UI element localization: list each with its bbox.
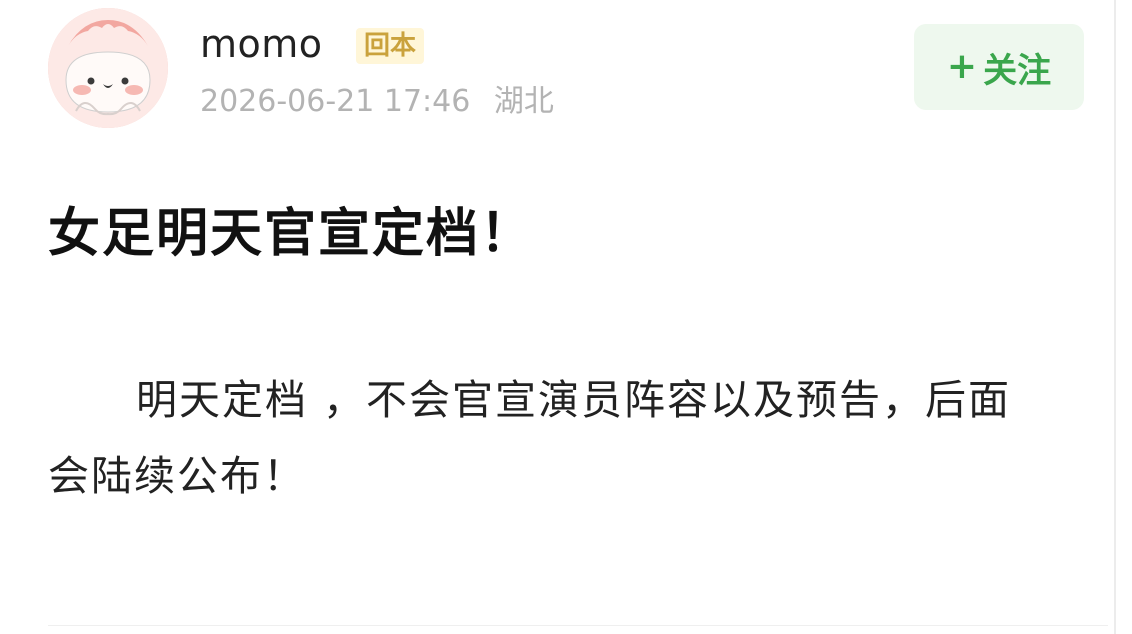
post-title: 女足明天官宣定档！ bbox=[48, 204, 535, 264]
post-header: momo 回本 2026-06-21 17:46 湖北 + 关注 bbox=[48, 8, 1088, 133]
page-edge-divider bbox=[1114, 0, 1116, 634]
bottom-divider bbox=[48, 625, 1108, 626]
post-page: momo 回本 2026-06-21 17:46 湖北 + 关注 女足明天官宣定… bbox=[0, 0, 1132, 634]
follow-button-label: 关注 bbox=[983, 50, 1052, 91]
cartoon-avatar-icon bbox=[48, 8, 168, 128]
post-meta: 2026-06-21 17:46 湖北 bbox=[200, 84, 554, 120]
post-content-text: 明天定档 ，不会官宣演员阵容以及预告，后面会陆续公布！ bbox=[48, 376, 1012, 500]
follow-button[interactable]: + 关注 bbox=[914, 24, 1084, 110]
plus-icon: + bbox=[946, 46, 978, 87]
author-tag-badge: 回本 bbox=[356, 28, 425, 64]
post-location: 湖北 bbox=[493, 84, 554, 119]
post-datetime: 2026-06-21 17:46 bbox=[200, 84, 471, 119]
avatar[interactable] bbox=[48, 8, 168, 128]
author-name[interactable]: momo bbox=[200, 22, 323, 66]
post-content: 明天定档 ，不会官宣演员阵容以及预告，后面会陆续公布！ bbox=[48, 362, 1028, 514]
